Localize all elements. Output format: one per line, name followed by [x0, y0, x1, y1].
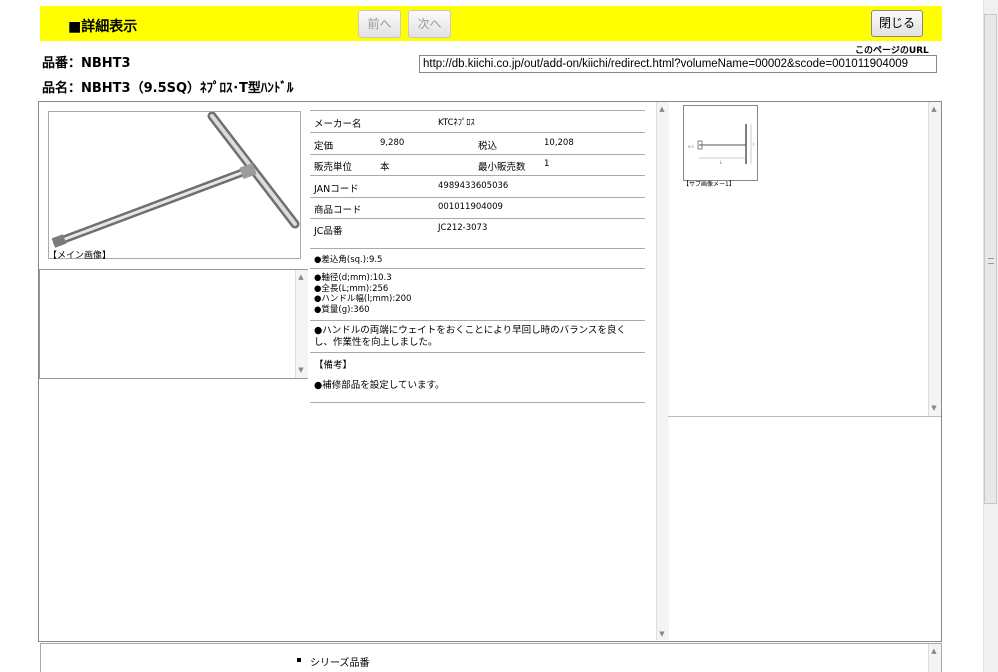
table-divider [310, 197, 645, 198]
min-qty-label: 最小販売数 [478, 162, 526, 173]
handle-width: ●ハンドル幅(l;mm):200 [314, 294, 412, 304]
tax-value: 10,208 [544, 138, 574, 148]
page-url-field[interactable]: http://db.kiichi.co.jp/out/add-on/kiichi… [419, 55, 937, 73]
product-name: 品名：NBHT3（9.5SQ）ﾈﾌﾟﾛｽ･T型ﾊﾝﾄﾞﾙ [42, 81, 294, 96]
description: ●ハンドルの両端にウェイトをおくことにより早回し時のバランスを良く し、作業性を… [314, 325, 626, 349]
mass: ●質量(g):360 [314, 304, 370, 315]
price-label: 定価 [314, 141, 334, 152]
table-divider [310, 175, 645, 176]
table-divider [310, 402, 645, 403]
next-button[interactable]: 次へ [408, 10, 451, 38]
jan-value: 4989433605036 [438, 181, 509, 191]
scroll-up-icon[interactable]: ▲ [295, 273, 307, 281]
svg-text:9.5: 9.5 [688, 145, 694, 149]
page-title: ■詳細表示 [68, 19, 138, 35]
sub-image-caption: 【サブ画像メー1】 [683, 181, 735, 188]
scroll-down-icon[interactable]: ▼ [928, 404, 940, 412]
sub-panel-scrollbar[interactable] [295, 270, 308, 378]
t-handle-image [51, 111, 300, 248]
description-line-1: ●ハンドルの両端にウェイトをおくことにより早回し時のバランスを良く [314, 325, 626, 336]
square-drive-spec: ●差込角(sq.):9.5 [314, 255, 383, 265]
grip-icon [988, 258, 994, 264]
shaft-diameter: ●軸径(d;mm):10.3 [314, 273, 392, 283]
jc-value: JC212-3073 [438, 223, 488, 233]
main-image-caption: 【メイン画像】 [48, 251, 112, 261]
jc-label: JC品番 [314, 226, 343, 237]
scroll-down-icon[interactable]: ▼ [656, 630, 668, 638]
square-bullet-icon [297, 658, 301, 662]
min-qty-value: 1 [544, 159, 550, 169]
dimension-specs: ●軸径(d;mm):10.3 ●全長(L;mm):256 ●ハンドル幅(l;mm… [314, 273, 411, 315]
product-code-label: 商品コード [314, 205, 362, 216]
table-divider [310, 320, 645, 321]
jan-label: JANコード [314, 184, 359, 195]
scroll-up-icon[interactable]: ▲ [928, 647, 940, 655]
svg-text:l: l [753, 142, 754, 147]
table-divider [310, 218, 645, 219]
page-scrollbar-thumb[interactable] [984, 14, 997, 504]
header-bar [40, 6, 942, 41]
tax-label: 税込 [478, 141, 498, 152]
remarks-label: 【備考】 [314, 360, 353, 371]
product-code-value: 001011904009 [438, 202, 503, 212]
table-divider [310, 110, 645, 111]
table-divider [310, 132, 645, 133]
product-number: 品番：NBHT3 [42, 56, 131, 71]
sub-panel [39, 269, 308, 379]
price-value: 9,280 [380, 138, 405, 148]
maker-value: KTCﾈﾌﾟﾛｽ [438, 118, 475, 128]
scroll-down-icon[interactable]: ▼ [295, 366, 307, 374]
sub-image-thumbnail[interactable]: L 9.5 l [683, 105, 758, 181]
close-button[interactable]: 閉じる [871, 10, 923, 37]
dimension-drawing-image: L 9.5 l [688, 124, 754, 165]
table-divider [310, 352, 645, 353]
unit-value: 本 [380, 162, 390, 173]
scroll-up-icon[interactable]: ▲ [928, 105, 940, 113]
table-divider [310, 268, 645, 269]
prev-button[interactable]: 前へ [358, 10, 401, 38]
sub-image-scrollbar[interactable] [928, 102, 941, 416]
main-image[interactable] [48, 111, 301, 259]
scroll-up-icon[interactable]: ▲ [656, 105, 668, 113]
remarks-text: ●補修部品を設定しています。 [314, 380, 445, 391]
unit-label: 販売単位 [314, 162, 353, 173]
description-line-2: し、作業性を向上しました。 [314, 337, 438, 348]
series-label: シリーズ品番 [310, 658, 370, 669]
series-panel [40, 643, 942, 672]
svg-text:L: L [720, 160, 723, 165]
table-divider [310, 154, 645, 155]
maker-label: メーカー名 [314, 119, 362, 130]
table-divider [310, 248, 645, 249]
total-length: ●全長(L;mm):256 [314, 283, 389, 294]
